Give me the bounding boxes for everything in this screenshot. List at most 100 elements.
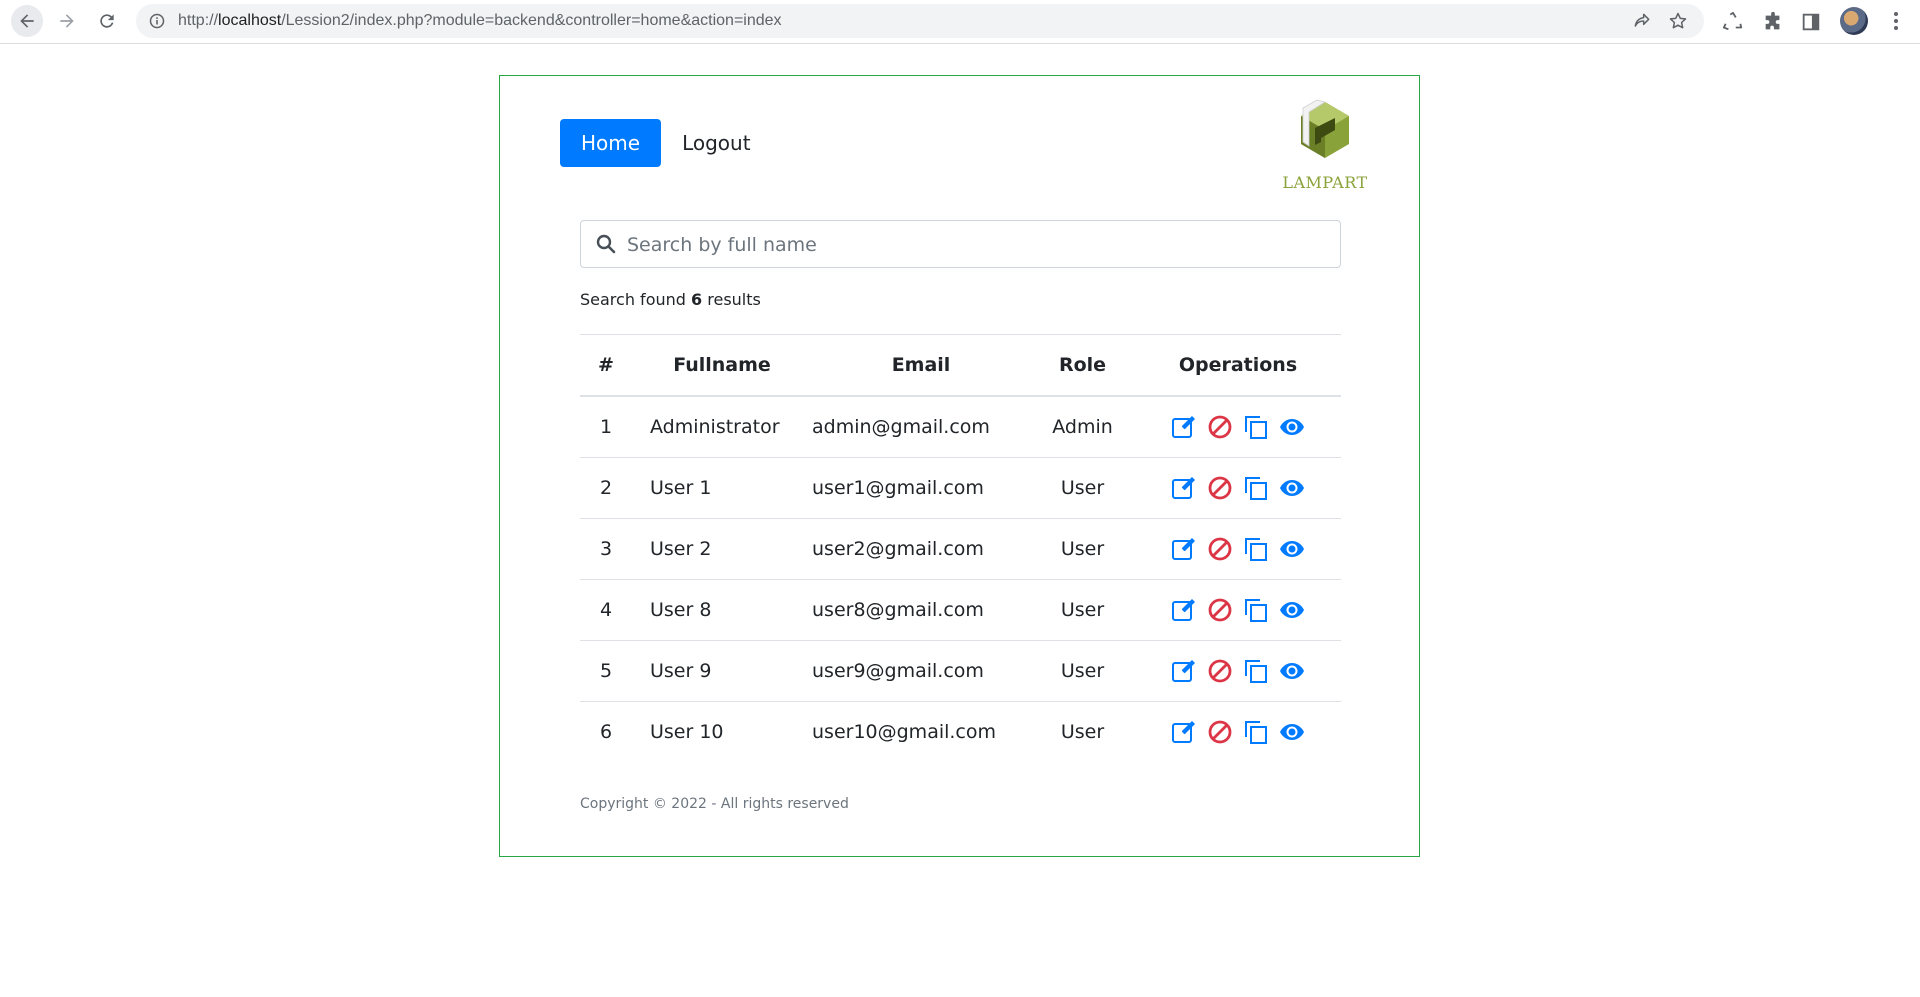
cell-email: user8@gmail.com [812, 579, 1030, 641]
recycle-extension-icon[interactable] [1722, 11, 1744, 33]
block-button[interactable] [1207, 475, 1233, 501]
share-icon[interactable] [1632, 11, 1652, 31]
table-row: 3 User 2 user2@gmail.com User [580, 518, 1341, 580]
copy-icon [1245, 477, 1267, 500]
view-button[interactable] [1279, 414, 1305, 440]
copy-button[interactable] [1243, 475, 1269, 501]
cell-fullname: User 8 [632, 579, 812, 641]
edit-button[interactable] [1171, 475, 1197, 501]
back-button[interactable] [11, 5, 43, 37]
block-icon [1208, 537, 1232, 561]
view-icon [1280, 541, 1304, 557]
cell-operations [1135, 518, 1341, 580]
view-icon [1280, 663, 1304, 679]
header-number: # [580, 334, 632, 397]
copy-button[interactable] [1243, 597, 1269, 623]
url-host: localhost [218, 12, 282, 29]
side-panel-icon[interactable] [1800, 11, 1822, 33]
cell-operations [1135, 396, 1341, 458]
cell-email: user1@gmail.com [812, 457, 1030, 519]
header-role: Role [1030, 334, 1135, 397]
nav-home[interactable]: Home [560, 119, 662, 167]
cell-email: user9@gmail.com [812, 640, 1030, 702]
reload-button[interactable] [91, 5, 123, 37]
table-header-row: # Fullname Email Role Operations [580, 334, 1341, 397]
block-button[interactable] [1207, 658, 1233, 684]
star-icon[interactable] [1668, 11, 1688, 31]
cell-number: 3 [580, 518, 632, 580]
copy-button[interactable] [1243, 719, 1269, 745]
cell-role: User [1030, 640, 1135, 702]
search-input[interactable] [625, 221, 1329, 269]
cell-role: User [1030, 579, 1135, 641]
search-result-summary: Search found 6 results [580, 290, 761, 309]
block-icon [1208, 598, 1232, 622]
copy-button[interactable] [1243, 536, 1269, 562]
browser-toolbar: http://localhost/Lession2/index.php?modu… [0, 0, 1920, 44]
cell-operations [1135, 640, 1341, 702]
block-icon [1208, 659, 1232, 683]
table-row: 6 User 10 user10@gmail.com User [580, 701, 1341, 762]
block-button[interactable] [1207, 719, 1233, 745]
nav-logout[interactable]: Logout [661, 119, 771, 167]
edit-button[interactable] [1171, 658, 1197, 684]
table-row: 1 Administrator admin@gmail.com Admin [580, 396, 1341, 458]
forward-button[interactable] [51, 5, 83, 37]
url-prefix: http:// [178, 12, 219, 29]
main-container: Home Logout LAMPART Search found 6 resul… [499, 75, 1420, 857]
block-icon [1208, 720, 1232, 744]
edit-button[interactable] [1171, 597, 1197, 623]
copy-icon [1245, 538, 1267, 561]
cell-number: 4 [580, 579, 632, 641]
view-button[interactable] [1279, 719, 1305, 745]
cell-operations [1135, 457, 1341, 519]
edit-icon [1172, 477, 1195, 499]
cell-number: 6 [580, 701, 632, 762]
address-bar[interactable]: http://localhost/Lession2/index.php?modu… [136, 4, 1704, 38]
cell-fullname: User 10 [632, 701, 812, 762]
view-icon [1280, 480, 1304, 496]
view-button[interactable] [1279, 475, 1305, 501]
copy-button[interactable] [1243, 658, 1269, 684]
edit-button[interactable] [1171, 536, 1197, 562]
table-row: 5 User 9 user9@gmail.com User [580, 640, 1341, 702]
block-button[interactable] [1207, 597, 1233, 623]
cell-operations [1135, 579, 1341, 641]
header-fullname: Fullname [632, 334, 812, 397]
copy-icon [1245, 721, 1267, 744]
profile-avatar[interactable] [1840, 7, 1868, 35]
edit-button[interactable] [1171, 414, 1197, 440]
cell-email: user10@gmail.com [812, 701, 1030, 762]
copy-icon [1245, 416, 1267, 439]
arrow-left-icon [20, 14, 34, 28]
edit-button[interactable] [1171, 719, 1197, 745]
users-table: # Fullname Email Role Operations 1 Admin… [580, 334, 1341, 762]
view-icon [1280, 602, 1304, 618]
edit-icon [1172, 721, 1195, 743]
block-icon [1208, 415, 1232, 439]
table-row: 2 User 1 user1@gmail.com User [580, 457, 1341, 519]
copy-icon [1245, 599, 1267, 622]
cell-number: 1 [599, 416, 613, 438]
logo-text: LAMPART [1282, 173, 1368, 192]
cell-email: user2@gmail.com [812, 518, 1030, 580]
view-button[interactable] [1279, 597, 1305, 623]
header-operations: Operations [1135, 334, 1341, 397]
edit-icon [1172, 660, 1195, 682]
view-button[interactable] [1279, 658, 1305, 684]
more-menu-icon[interactable] [1884, 9, 1908, 33]
view-button[interactable] [1279, 536, 1305, 562]
url-text: http://localhost/Lession2/index.php?modu… [178, 4, 782, 38]
search-box[interactable] [580, 220, 1341, 269]
cell-role: User [1030, 701, 1135, 762]
info-icon[interactable] [149, 13, 165, 29]
copy-button[interactable] [1243, 414, 1269, 440]
table-row: 4 User 8 user8@gmail.com User [580, 579, 1341, 641]
cell-fullname: User 9 [632, 640, 812, 702]
cell-fullname: User 1 [632, 457, 812, 519]
cell-number: 2 [580, 457, 632, 519]
block-button[interactable] [1207, 414, 1233, 440]
puzzle-extension-icon[interactable] [1762, 11, 1784, 33]
block-button[interactable] [1207, 536, 1233, 562]
search-icon [596, 234, 616, 254]
